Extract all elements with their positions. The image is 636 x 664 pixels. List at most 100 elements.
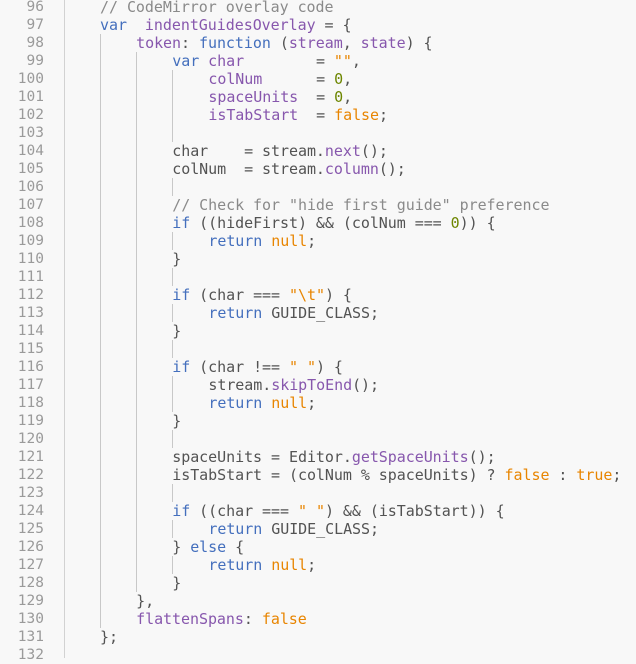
indent-guide xyxy=(100,394,101,412)
indent-guide xyxy=(100,268,101,286)
code-token: = xyxy=(244,52,334,70)
code-line[interactable]: 103 xyxy=(0,124,636,142)
code-token: } xyxy=(172,538,191,556)
code-line[interactable]: 117 stream.skipToEnd(); xyxy=(0,376,636,394)
indent-guide xyxy=(172,556,173,574)
code-token: null xyxy=(271,232,308,250)
code-token: isTabStart = (colNum % spaceUnits) ? xyxy=(172,466,505,484)
code-token: return xyxy=(208,520,263,538)
code-line[interactable]: 110} xyxy=(0,250,636,268)
code-line[interactable]: 132 xyxy=(0,646,636,664)
code-line[interactable]: 124 if ((char === " ") && (isTabStart)) { xyxy=(0,502,636,520)
code-line[interactable]: 101 spaceUnits = 0, xyxy=(0,88,636,106)
indent-guide xyxy=(136,322,137,340)
line-number: 106 xyxy=(17,179,44,195)
code-token: false xyxy=(261,610,307,628)
code-token: : xyxy=(243,610,262,628)
code-line[interactable]: 122 isTabStart = (colNum % spaceUnits) ? … xyxy=(0,466,636,484)
line-number: 96 xyxy=(26,0,44,15)
code-line[interactable]: 119} xyxy=(0,412,636,430)
code-line[interactable]: 113 return GUIDE_CLASS; xyxy=(0,304,636,322)
code-token: , xyxy=(343,70,353,88)
code-token: (); xyxy=(352,376,380,394)
code-text: } xyxy=(172,322,181,340)
code-line[interactable]: 105 colNum = stream.column(); xyxy=(0,160,636,178)
indent-guide xyxy=(136,556,137,574)
indent-guide xyxy=(136,268,137,286)
code-line[interactable]: 115 xyxy=(0,340,636,358)
code-text: var indentGuidesOverlay = { xyxy=(100,16,352,34)
code-token: state xyxy=(360,34,406,52)
code-token: } xyxy=(172,250,182,268)
code-line[interactable]: 108 if ((hideFirst) && (colNum === 0)) { xyxy=(0,214,636,232)
code-line[interactable]: 98 token: function (stream, state) { xyxy=(0,34,636,52)
indent-guide xyxy=(136,250,137,268)
indent-guide xyxy=(136,304,137,322)
indent-guide xyxy=(136,124,137,142)
line-number: 129 xyxy=(17,593,44,609)
indent-guide xyxy=(100,178,101,196)
line-number: 113 xyxy=(17,305,44,321)
code-line[interactable]: 111 xyxy=(0,268,636,286)
indent-guide xyxy=(172,520,173,538)
line-number: 123 xyxy=(17,485,44,501)
indent-guide xyxy=(136,106,137,124)
indent-guide xyxy=(172,232,173,250)
indent-guide xyxy=(136,484,137,502)
code-token: colNum xyxy=(208,70,263,88)
code-line[interactable]: 106 xyxy=(0,178,636,196)
indent-guide xyxy=(136,430,137,448)
code-line[interactable]: 97 var indentGuidesOverlay = { xyxy=(0,16,636,34)
code-text: if (char !== " ") { xyxy=(172,358,343,376)
code-token: (); xyxy=(360,142,388,160)
indent-guide xyxy=(172,106,173,124)
code-line[interactable]: 125 return GUIDE_CLASS; xyxy=(0,520,636,538)
code-line[interactable]: 100 colNum = 0, xyxy=(0,70,636,88)
line-number: 105 xyxy=(17,161,44,177)
code-token: column xyxy=(324,160,379,178)
indent-guide xyxy=(100,250,101,268)
code-line[interactable]: 130 flattenSpans: false xyxy=(0,610,636,628)
code-line[interactable]: 104 char = stream.next(); xyxy=(0,142,636,160)
code-editor[interactable]: 96 // CodeMirror overlay code 97 var indent… xyxy=(0,0,636,663)
indent-guide xyxy=(172,268,173,286)
code-text: return GUIDE_CLASS; xyxy=(208,304,379,322)
code-line[interactable]: 99 var char = "", xyxy=(0,52,636,70)
code-line[interactable]: 126} else { xyxy=(0,538,636,556)
code-line[interactable]: 107 // Check for "hide first guide" prefe… xyxy=(0,196,636,214)
indent-guide xyxy=(100,286,101,304)
indent-guide xyxy=(172,394,173,412)
code-token: token xyxy=(136,34,182,52)
indent-guide xyxy=(100,466,101,484)
code-text: isTabStart = (colNum % spaceUnits) ? fal… xyxy=(172,466,621,484)
code-token: }, xyxy=(136,592,155,610)
line-number: 126 xyxy=(17,539,44,555)
code-token: ) && (isTabStart)) { xyxy=(324,502,505,520)
indent-guide xyxy=(136,178,137,196)
code-line[interactable]: 120 xyxy=(0,430,636,448)
code-token: ; xyxy=(379,106,388,124)
indent-guide xyxy=(172,304,173,322)
code-line[interactable]: 109 return null; xyxy=(0,232,636,250)
code-token: var xyxy=(172,52,200,70)
indent-guide xyxy=(100,592,101,610)
code-line[interactable]: 131}; xyxy=(0,628,636,646)
code-token: indentGuidesOverlay xyxy=(144,16,316,34)
code-line[interactable]: 112 if (char === "\t") { xyxy=(0,286,636,304)
code-line[interactable]: 116 if (char !== " ") { xyxy=(0,358,636,376)
indent-guide xyxy=(172,340,173,358)
code-line[interactable]: 123 xyxy=(0,484,636,502)
code-line[interactable]: 102 isTabStart = false; xyxy=(0,106,636,124)
code-token: // Check for "hide first guide" preferen… xyxy=(172,196,550,214)
code-line[interactable]: 128} xyxy=(0,574,636,592)
code-line[interactable]: 118 return null; xyxy=(0,394,636,412)
code-line[interactable]: 96 // CodeMirror overlay code xyxy=(0,0,636,16)
indent-guide xyxy=(136,160,137,178)
indent-guide xyxy=(100,430,101,448)
code-line[interactable]: 127 return null; xyxy=(0,556,636,574)
line-number: 102 xyxy=(17,107,44,123)
code-text: var char = "", xyxy=(172,52,361,70)
code-line[interactable]: 129}, xyxy=(0,592,636,610)
code-line[interactable]: 114} xyxy=(0,322,636,340)
code-line[interactable]: 121 spaceUnits = Editor.getSpaceUnits(); xyxy=(0,448,636,466)
